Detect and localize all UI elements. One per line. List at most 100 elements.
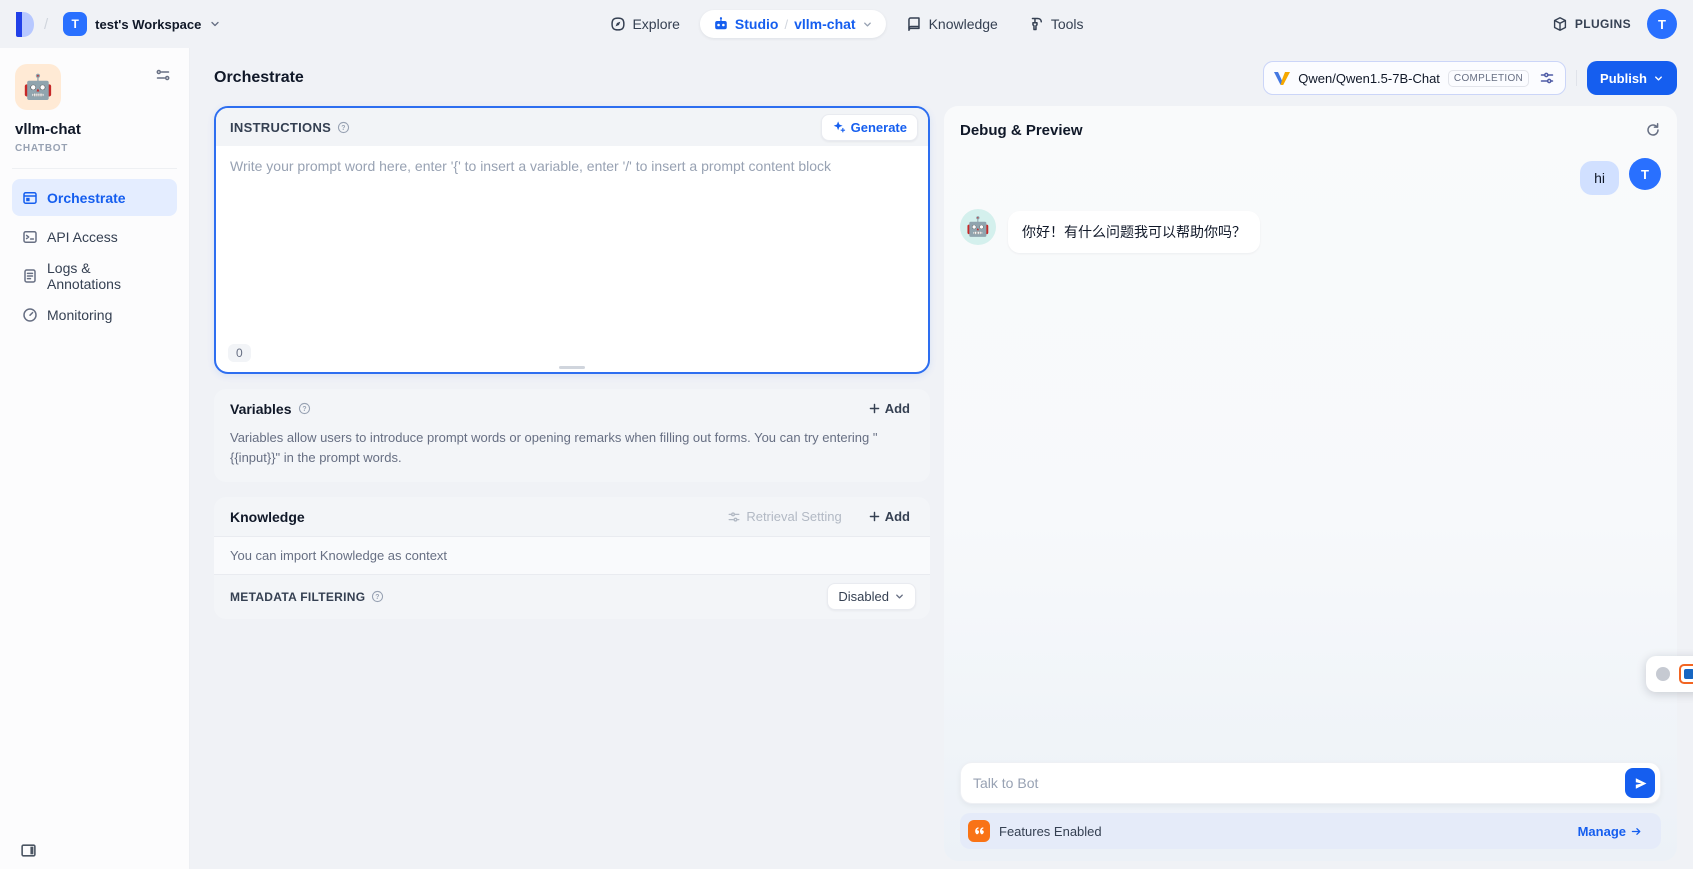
model-selector[interactable]: Qwen/Qwen1.5-7B-Chat COMPLETION [1263, 61, 1566, 95]
sidebar-item-label: Monitoring [47, 307, 112, 323]
model-mode-badge: COMPLETION [1448, 70, 1529, 87]
edge-floating-widget[interactable] [1646, 656, 1693, 692]
sidebar-item-api-access[interactable]: API Access [12, 218, 177, 255]
help-icon: ? [371, 590, 384, 603]
box-icon [1552, 16, 1568, 32]
orchestrate-config-column: INSTRUCTIONS ? Generate [214, 106, 930, 869]
app-icon[interactable]: 🤖 [15, 64, 61, 110]
publish-button[interactable]: Publish [1587, 61, 1677, 95]
model-parameters-icon[interactable] [1537, 68, 1557, 88]
svg-text:?: ? [341, 124, 345, 131]
sidebar-item-label: Logs & Annotations [47, 260, 167, 292]
manage-features-button[interactable]: Manage [1572, 823, 1649, 840]
app-sidebar: 🤖 vllm-chat CHATBOT Orchestrate API Acce… [0, 48, 190, 869]
workspace-avatar: T [63, 12, 87, 36]
nav-studio-label: Studio [735, 16, 779, 32]
chat-message-assistant: 🤖 你好！有什么问题我可以帮助你吗？ [960, 209, 1661, 253]
plugins-button[interactable]: PLUGINS [1552, 16, 1631, 32]
bot-message-bubble: 你好！有什么问题我可以帮助你吗？ [1008, 211, 1260, 253]
sidebar-item-monitoring[interactable]: Monitoring [12, 296, 177, 333]
restart-conversation-icon[interactable] [1643, 120, 1663, 140]
robot-icon [713, 16, 729, 32]
nav-separator: / [784, 17, 788, 32]
account-avatar[interactable]: T [1647, 9, 1677, 39]
instructions-input[interactable] [216, 146, 928, 344]
retrieval-setting-label: Retrieval Setting [746, 509, 841, 524]
plus-icon [868, 510, 881, 523]
header-divider [1576, 70, 1577, 86]
help-icon: ? [298, 402, 311, 415]
metadata-filtering-label: METADATA FILTERING [230, 590, 365, 604]
publish-label: Publish [1600, 71, 1647, 86]
extension-icon [1679, 664, 1693, 684]
nav-explore[interactable]: Explore [599, 10, 689, 38]
breadcrumb-separator: / [44, 16, 48, 33]
knowledge-title: Knowledge [230, 509, 305, 525]
add-variable-label: Add [885, 401, 910, 416]
variables-panel: Variables ? Add Variables allow u [214, 389, 930, 482]
main-area: Orchestrate Qwen/Qwen1.5-7B-Chat COMPLET… [190, 48, 1693, 869]
sidebar-collapse-icon[interactable] [18, 840, 39, 861]
send-button[interactable] [1625, 768, 1655, 798]
add-knowledge-label: Add [885, 509, 910, 524]
chat-message-user: hi T [960, 158, 1661, 195]
sliders-icon [727, 510, 741, 524]
variables-description: Variables allow users to introduce promp… [214, 428, 930, 482]
sidebar-item-logs-annotations[interactable]: Logs & Annotations [12, 257, 177, 294]
drag-dot-icon [1656, 667, 1670, 681]
chevron-down-icon[interactable] [862, 19, 873, 30]
workspace-name: test's Workspace [95, 17, 201, 32]
generate-button[interactable]: Generate [821, 114, 918, 141]
chat-message-list: hi T 🤖 你好！有什么问题我可以帮助你吗？ [944, 148, 1677, 762]
document-icon [22, 268, 38, 284]
retrieval-setting-button[interactable]: Retrieval Setting [727, 509, 841, 524]
arrow-right-icon [1630, 825, 1643, 838]
debug-preview-title: Debug & Preview [960, 122, 1083, 139]
plugins-label: PLUGINS [1575, 17, 1631, 31]
sidebar-item-label: Orchestrate [47, 190, 126, 206]
workspace-switcher[interactable]: T test's Workspace [57, 9, 227, 39]
plus-icon [868, 402, 881, 415]
send-icon [1633, 776, 1648, 791]
metadata-filtering-select[interactable]: Disabled [827, 583, 916, 610]
vllm-logo-icon [1274, 72, 1290, 85]
nav-knowledge[interactable]: Knowledge [896, 10, 1008, 38]
gauge-icon [22, 307, 38, 323]
chevron-down-icon [894, 591, 905, 602]
debug-preview-panel: Debug & Preview hi T 🤖 你好！有什么问题我可以帮助你吗？ [944, 106, 1677, 861]
chevron-down-icon [209, 18, 221, 30]
sparkles-icon [832, 120, 846, 134]
model-name: Qwen/Qwen1.5-7B-Chat [1298, 71, 1440, 86]
add-knowledge-button[interactable]: Add [862, 508, 916, 525]
top-navbar: / T test's Workspace Explore Studio / vl… [0, 0, 1693, 48]
resize-handle[interactable] [559, 366, 585, 369]
sidebar-divider [12, 168, 177, 169]
sidebar-item-orchestrate[interactable]: Orchestrate [12, 179, 177, 216]
nav-studio-active[interactable]: Studio / vllm-chat [700, 10, 886, 38]
nav-tools-label: Tools [1051, 16, 1084, 32]
svg-text:?: ? [302, 406, 306, 413]
nav-knowledge-label: Knowledge [929, 16, 998, 32]
metadata-filtering-value: Disabled [838, 589, 889, 604]
variables-title: Variables [230, 401, 292, 417]
nav-tools[interactable]: Tools [1018, 10, 1094, 38]
sidebar-item-label: API Access [47, 229, 118, 245]
nav-app-name: vllm-chat [794, 16, 855, 32]
chat-input[interactable] [960, 762, 1661, 804]
add-variable-button[interactable]: Add [862, 400, 916, 417]
manage-label: Manage [1578, 824, 1626, 839]
features-bar: Features Enabled Manage [960, 813, 1661, 849]
chevron-down-icon [1653, 73, 1664, 84]
help-icon: ? [337, 121, 350, 134]
dify-logo[interactable] [14, 12, 35, 37]
app-settings-icon[interactable] [152, 64, 174, 86]
user-avatar: T [1629, 158, 1661, 190]
hammer-icon [1028, 16, 1044, 32]
app-name: vllm-chat [15, 121, 174, 138]
knowledge-description: You can import Knowledge as context [214, 536, 930, 575]
book-icon [906, 16, 922, 32]
char-count: 0 [228, 344, 251, 362]
page-title: Orchestrate [214, 69, 304, 87]
orchestrate-icon [22, 190, 38, 206]
features-enabled-label: Features Enabled [999, 824, 1102, 839]
